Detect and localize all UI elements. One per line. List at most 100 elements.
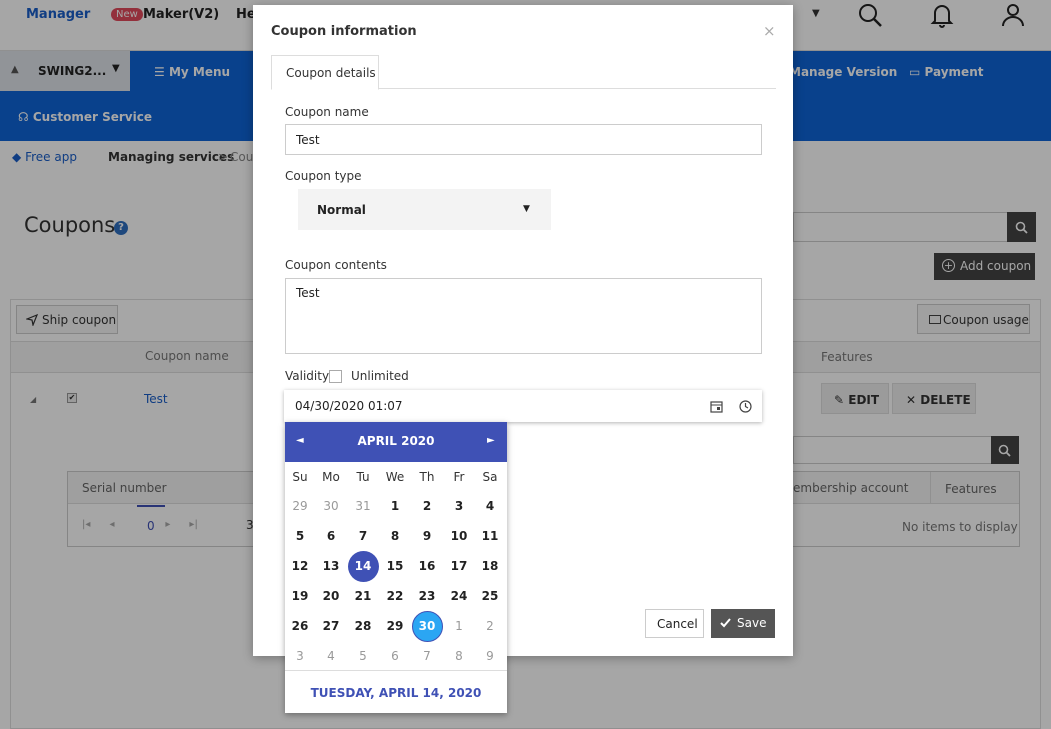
calendar-day[interactable]: 1 xyxy=(379,491,411,521)
calendar-day-number: 7 xyxy=(358,529,368,543)
modal-title: Coupon information xyxy=(271,24,417,39)
calendar-day-number: 30 xyxy=(411,611,443,642)
calendar-day-number: 4 xyxy=(327,649,335,663)
calendar-day[interactable]: 7 xyxy=(347,521,379,551)
calendar-day[interactable]: 31 xyxy=(347,491,379,521)
calendar-day[interactable]: 2 xyxy=(474,611,506,641)
weekday-label: Su xyxy=(292,470,308,484)
calendar-day-number: 31 xyxy=(355,499,371,513)
calendar-day[interactable]: 13 xyxy=(315,551,347,581)
calendar-day-number: 4 xyxy=(485,499,495,513)
calendar-day[interactable]: 6 xyxy=(315,521,347,551)
calendar-day[interactable]: 30 xyxy=(411,611,443,642)
calendar-day-number: 23 xyxy=(418,589,436,603)
close-icon[interactable]: × xyxy=(763,22,776,40)
weekday-label: Th xyxy=(419,470,435,484)
calendar-day[interactable]: 21 xyxy=(347,581,379,611)
calendar-day[interactable]: 7 xyxy=(411,641,443,671)
calendar-day[interactable]: 16 xyxy=(411,551,443,581)
validity-datetime-input[interactable]: 04/30/2020 01:07 xyxy=(284,390,762,422)
calendar-day-number: 30 xyxy=(323,499,339,513)
calendar-day[interactable]: 3 xyxy=(443,491,475,521)
unlimited-checkbox[interactable] xyxy=(329,370,342,383)
calendar-day[interactable]: 8 xyxy=(379,521,411,551)
calendar-day-number: 26 xyxy=(291,619,309,633)
calendar-day[interactable]: 12 xyxy=(284,551,316,581)
tab-coupon-details[interactable]: Coupon details xyxy=(271,55,379,90)
calendar-day[interactable]: 24 xyxy=(443,581,475,611)
clock-icon[interactable] xyxy=(739,400,752,413)
coupon-contents-textarea[interactable] xyxy=(285,278,762,354)
calendar-day-number: 20 xyxy=(322,589,340,603)
calendar-day-number: 27 xyxy=(322,619,340,633)
calendar-day[interactable]: 29 xyxy=(284,491,316,521)
calendar-day[interactable]: 29 xyxy=(379,611,411,641)
calendar-day-number: 2 xyxy=(486,619,494,633)
calendar-day[interactable]: 10 xyxy=(443,521,475,551)
calendar-day[interactable]: 1 xyxy=(443,611,475,641)
chevron-down-icon: ▼ xyxy=(523,204,530,214)
calendar-day[interactable]: 22 xyxy=(379,581,411,611)
calendar-day[interactable]: 30 xyxy=(315,491,347,521)
calendar-footer-divider xyxy=(285,670,507,671)
calendar-day-number: 5 xyxy=(295,529,305,543)
calendar-day[interactable]: 15 xyxy=(379,551,411,581)
calendar-day-number: 14 xyxy=(347,551,379,582)
calendar-day[interactable]: 9 xyxy=(411,521,443,551)
calendar-month-title[interactable]: APRIL 2020 xyxy=(285,434,507,448)
calendar-day-number: 9 xyxy=(486,649,494,663)
calendar-today-footer[interactable]: TUESDAY, APRIL 14, 2020 xyxy=(285,686,507,700)
calendar-day[interactable]: 8 xyxy=(443,641,475,671)
coupon-type-select[interactable]: Normal ▼ xyxy=(298,189,551,230)
cancel-button[interactable]: Cancel xyxy=(645,609,704,638)
weekday-label: We xyxy=(385,470,405,484)
calendar-day-number: 25 xyxy=(481,589,499,603)
weekday-label: Mo xyxy=(322,470,340,484)
calendar-day[interactable]: 27 xyxy=(315,611,347,641)
calendar-day[interactable]: 5 xyxy=(347,641,379,671)
validity-label: Validity xyxy=(285,369,330,383)
calendar-day-number: 8 xyxy=(390,529,400,543)
datetime-value: 04/30/2020 01:07 xyxy=(295,399,403,413)
calendar-icon[interactable] xyxy=(710,400,723,413)
calendar-day[interactable]: 4 xyxy=(315,641,347,671)
calendar-day[interactable]: 11 xyxy=(474,521,506,551)
prev-month-icon[interactable]: ◄ xyxy=(296,435,304,446)
calendar-day-number: 17 xyxy=(450,559,468,573)
calendar-day[interactable]: 18 xyxy=(474,551,506,581)
calendar-day[interactable]: 28 xyxy=(347,611,379,641)
calendar-day-number: 24 xyxy=(450,589,468,603)
calendar-day[interactable]: 25 xyxy=(474,581,506,611)
calendar-day[interactable]: 26 xyxy=(284,611,316,641)
calendar-day[interactable]: 9 xyxy=(474,641,506,671)
calendar-day-number: 7 xyxy=(423,649,431,663)
save-button[interactable]: Save xyxy=(711,609,775,638)
calendar-day-number: 19 xyxy=(291,589,309,603)
calendar-day[interactable]: 14 xyxy=(347,551,379,582)
calendar-day-number: 21 xyxy=(354,589,372,603)
calendar-day[interactable]: 3 xyxy=(284,641,316,671)
calendar-day[interactable]: 23 xyxy=(411,581,443,611)
coupon-type-value: Normal xyxy=(317,203,366,217)
calendar-day[interactable]: 19 xyxy=(284,581,316,611)
calendar-day-number: 6 xyxy=(391,649,399,663)
calendar-day-number: 9 xyxy=(422,529,432,543)
calendar-day[interactable]: 2 xyxy=(411,491,443,521)
calendar-day-number: 29 xyxy=(292,499,308,513)
next-month-icon[interactable]: ► xyxy=(487,435,495,446)
calendar-day[interactable]: 5 xyxy=(284,521,316,551)
calendar-day-number: 22 xyxy=(386,589,404,603)
unlimited-label[interactable]: Unlimited xyxy=(351,369,409,383)
calendar-day[interactable]: 4 xyxy=(474,491,506,521)
calendar-day[interactable]: 20 xyxy=(315,581,347,611)
calendar-day[interactable]: 6 xyxy=(379,641,411,671)
calendar-day[interactable]: 17 xyxy=(443,551,475,581)
calendar-day-number: 10 xyxy=(450,529,468,543)
calendar-day-number: 3 xyxy=(296,649,304,663)
coupon-name-input[interactable] xyxy=(285,124,762,155)
calendar-day-number: 1 xyxy=(455,619,463,633)
weekday-label: Fr xyxy=(453,470,465,484)
calendar-day-number: 8 xyxy=(455,649,463,663)
calendar-day-number: 2 xyxy=(422,499,432,513)
calendar-day-number: 16 xyxy=(418,559,436,573)
